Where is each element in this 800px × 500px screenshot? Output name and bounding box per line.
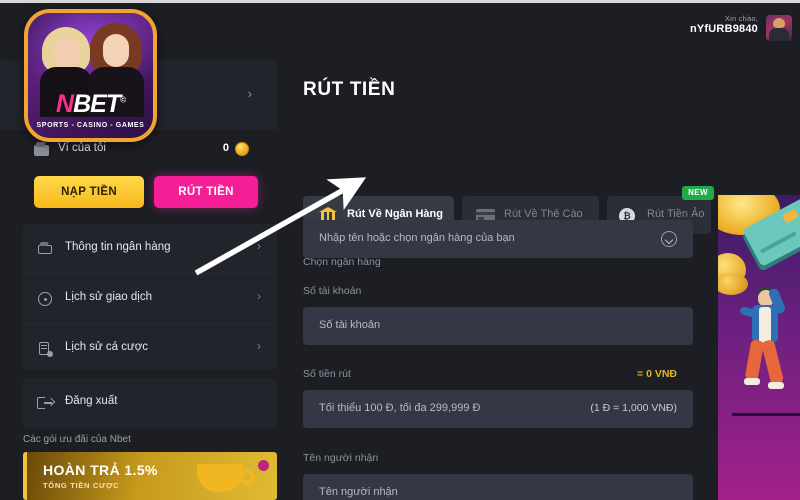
recipient-label: Tên người nhận [303,452,379,464]
tab-label: Rút Về Ngân Hàng [347,208,443,220]
main-content: RÚT TIỀN Rút Về Ngân Hàng Rút Về Thẻ Cào… [285,60,714,500]
sidebar-item-label: Lịch sử cá cược [65,341,149,353]
sidebar-item-label: Lịch sử giao dịch [65,291,152,303]
recipient-input[interactable]: Tên người nhận [303,474,693,500]
sidebar-menu-group-primary: Thông tin ngân hàng › Lịch sử giao dịch … [23,224,277,370]
sidebar-expand-icon[interactable]: › [248,87,252,100]
tab-label: Rút Về Thẻ Cào [504,208,583,220]
account-number-label: Số tài khoản [303,285,362,297]
app-root: Xin chào, nYfURB9840 › NBET© SPORTS - CA… [0,0,800,500]
amount-label: Số tiền rút [303,368,351,380]
avatar-body [769,28,789,41]
cup-illustration [197,464,243,492]
berry-icon [258,460,269,471]
sidebar-item-transaction-history[interactable]: Lịch sử giao dịch › [23,274,277,324]
person-illustration [739,287,798,420]
history-clock-icon [37,291,53,307]
sidebar: › NBET© SPORTS - CASINO - GAMES Ví của t… [0,9,277,500]
sidebar-menu-group-secondary: Đăng xuất [23,378,277,428]
sidebar-item-label: Thông tin ngân hàng [65,241,171,253]
avatar[interactable] [766,15,792,41]
amount-placeholder: Tối thiểu 100 Đ, tối đa 299,999 Đ [319,402,481,414]
wallet-actions: NẠP TIỀN RÚT TIỀN [0,170,277,214]
withdraw-button[interactable]: RÚT TIỀN [154,176,258,208]
logo-wordmark: NBET© [28,90,153,119]
chevron-right-icon: › [257,339,261,353]
ground-line [732,413,800,416]
tab-label: Rút Tiền Ảo [647,208,705,220]
logo-bet: BET [73,90,121,118]
sidebar-item-bank-info[interactable]: Thông tin ngân hàng › [23,224,277,274]
avatar-head [773,18,785,28]
page-title: RÚT TIỀN [303,79,396,100]
logo-tagline: SPORTS - CASINO - GAMES [36,122,145,129]
promo-section-title: Các gói ưu đãi của Nbet [23,434,131,445]
amount-equivalent: = 0 VNĐ [637,368,677,380]
logout-icon [37,395,56,411]
coin-icon [235,142,249,156]
bet-history-icon [37,341,53,357]
side-promo-illustration[interactable] [718,195,800,500]
amount-input[interactable]: Tối thiểu 100 Đ, tối đa 299,999 Đ (1 Đ =… [303,390,693,428]
greeting-text: Xin chào, [724,14,758,23]
logo-copyright: © [120,95,126,105]
wallet-icon [34,142,49,156]
promo-banner-title: HOÀN TRẢ 1.5% [43,462,158,478]
username-text: nYfURB9840 [689,23,758,36]
sidebar-item-label: Đăng xuất [65,395,118,407]
account-number-placeholder: Số tài khoản [319,319,381,331]
user-greeting: Xin chào, nYfURB9840 [690,14,758,37]
account-number-input[interactable]: Số tài khoản [303,307,693,345]
wallet-label: Ví của tôi [58,142,106,154]
sidebar-item-logout[interactable]: Đăng xuất [23,378,277,428]
promo-banner-subtitle: TỔNG TIỀN CƯỢC [43,481,120,490]
wallet-amount: 0 [222,142,229,154]
nbet-logo[interactable]: NBET© SPORTS - CASINO - GAMES [24,9,157,142]
bank-select-placeholder: Nhập tên hoặc chọn ngân hàng của bạn [319,232,515,244]
recipient-placeholder: Tên người nhận [319,486,398,498]
chevron-right-icon: › [257,289,261,303]
bank-info-icon [37,241,53,257]
sidebar-item-bet-history[interactable]: Lịch sử cá cược › [23,324,277,374]
promo-banner[interactable]: HOÀN TRẢ 1.5% TỔNG TIỀN CƯỢC [23,452,277,500]
chevron-down-circle-icon[interactable] [661,231,677,247]
chevron-right-icon: › [257,239,261,253]
cup-handle [239,469,255,485]
exchange-rate-note: (1 Đ = 1,000 VNĐ) [590,402,677,414]
logo-n: N [56,90,74,118]
deposit-button[interactable]: NẠP TIỀN [34,176,144,208]
bank-select-box[interactable]: Nhập tên hoặc chọn ngân hàng của bạn [303,220,693,258]
new-badge: NEW [682,186,714,200]
